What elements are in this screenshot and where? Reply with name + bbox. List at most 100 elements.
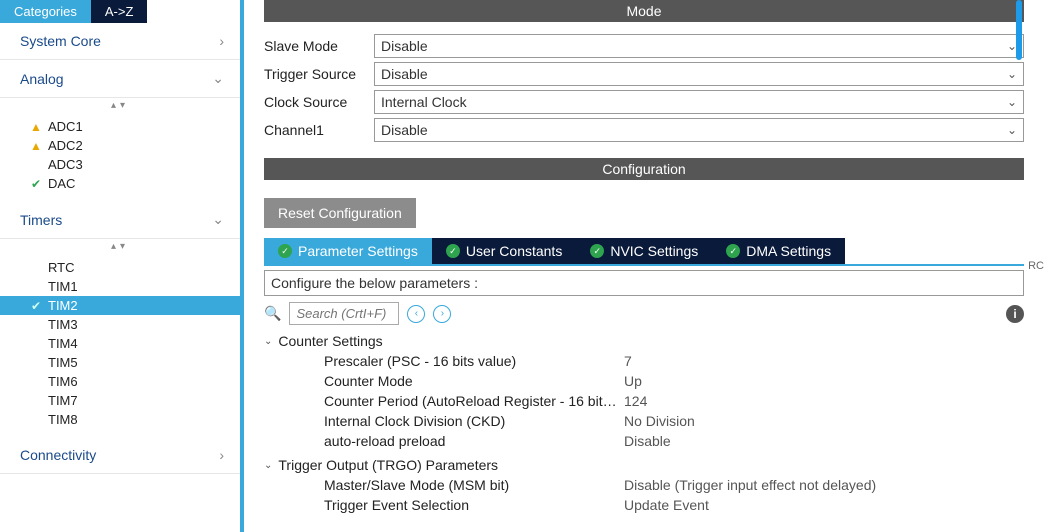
main-panel: Mode Slave Mode Disable⌄ Trigger Source … [244, 0, 1044, 532]
chevron-right-icon: › [219, 447, 224, 463]
category-header-timers[interactable]: Timers ⌄ [0, 201, 240, 239]
caret-down-icon: ⌄ [264, 336, 272, 347]
sidebar-item-label: TIM2 [48, 298, 78, 313]
prev-match-button[interactable]: ‹ [407, 305, 425, 323]
param-row[interactable]: Prescaler (PSC - 16 bits value)7 [264, 351, 1024, 371]
warning-icon: ▲ [28, 139, 44, 153]
category-timers: Timers ⌄ ▴▾ RTC TIM1 ✔ TIM2 TIM3 TIM4 TIM… [0, 201, 240, 437]
check-icon: ✔ [28, 177, 44, 191]
category-header-connectivity[interactable]: Connectivity › [0, 437, 240, 474]
group-header-counter[interactable]: ⌄Counter Settings [264, 331, 1024, 351]
config-tabs: ✓Parameter Settings ✓User Constants ✓NVI… [264, 238, 1024, 266]
chevron-down-icon: ⌄ [212, 70, 224, 87]
tab-dma-settings[interactable]: ✓DMA Settings [712, 238, 845, 264]
sidebar-tabs: Categories A->Z [0, 0, 240, 23]
category-system-core: System Core › [0, 23, 240, 60]
sidebar-item-label: TIM6 [48, 374, 78, 389]
chevron-down-icon: ⌄ [1007, 123, 1017, 137]
sidebar-item-rtc[interactable]: RTC [0, 258, 240, 277]
tab-parameter-settings[interactable]: ✓Parameter Settings [264, 238, 432, 264]
param-row[interactable]: Master/Slave Mode (MSM bit)Disable (Trig… [264, 475, 1024, 495]
scrollbar-thumb[interactable] [1016, 0, 1022, 60]
sort-handle-icon[interactable]: ▴▾ [0, 98, 240, 113]
sidebar-item-label: TIM8 [48, 412, 78, 427]
group-header-trgo[interactable]: ⌄Trigger Output (TRGO) Parameters [264, 455, 1024, 475]
sidebar-item-tim5[interactable]: TIM5 [0, 353, 240, 372]
configure-hint: Configure the below parameters : [264, 270, 1024, 296]
check-circle-icon: ✓ [278, 244, 292, 258]
sidebar-item-tim3[interactable]: TIM3 [0, 315, 240, 334]
sidebar-item-dac[interactable]: ✔ DAC [0, 174, 240, 193]
sidebar-item-label: ADC1 [48, 119, 83, 134]
check-circle-icon: ✓ [590, 244, 604, 258]
right-rail-label: RC [1028, 260, 1044, 272]
chevron-right-icon: › [219, 33, 224, 49]
caret-down-icon: ⌄ [264, 460, 272, 471]
clock-source-select[interactable]: Internal Clock⌄ [374, 90, 1024, 114]
sidebar-item-tim2[interactable]: ✔ TIM2 [0, 296, 240, 315]
category-header-analog[interactable]: Analog ⌄ [0, 60, 240, 98]
sidebar-item-label: ADC2 [48, 138, 83, 153]
mode-label-channel1: Channel1 [264, 122, 374, 138]
tab-a-z[interactable]: A->Z [91, 0, 148, 23]
mode-label-clock: Clock Source [264, 94, 374, 110]
category-label: System Core [20, 33, 101, 49]
check-icon: ✔ [28, 299, 44, 313]
next-match-button[interactable]: › [433, 305, 451, 323]
sidebar-item-tim6[interactable]: TIM6 [0, 372, 240, 391]
check-circle-icon: ✓ [446, 244, 460, 258]
sidebar-item-tim1[interactable]: TIM1 [0, 277, 240, 296]
channel1-select[interactable]: Disable⌄ [374, 118, 1024, 142]
mode-label-slave: Slave Mode [264, 38, 374, 54]
chevron-down-icon: ⌄ [1007, 67, 1017, 81]
sidebar-item-tim8[interactable]: TIM8 [0, 410, 240, 429]
mode-panel: Slave Mode Disable⌄ Trigger Source Disab… [264, 30, 1024, 146]
mode-panel-title: Mode [264, 0, 1024, 22]
search-icon: 🔍 [264, 305, 281, 322]
chevron-down-icon: ⌄ [1007, 95, 1017, 109]
chevron-down-icon: ⌄ [212, 211, 224, 228]
group-trgo-parameters: ⌄Trigger Output (TRGO) Parameters Master… [264, 455, 1024, 515]
sidebar-item-label: TIM3 [48, 317, 78, 332]
param-row[interactable]: Counter Period (AutoReload Register - 16… [264, 391, 1024, 411]
tab-nvic-settings[interactable]: ✓NVIC Settings [576, 238, 712, 264]
sidebar-item-label: RTC [48, 260, 74, 275]
category-header-system-core[interactable]: System Core › [0, 23, 240, 60]
mode-label-trigger: Trigger Source [264, 66, 374, 82]
category-analog: Analog ⌄ ▴▾ ▲ ADC1 ▲ ADC2 ADC3 ✔ DAC [0, 60, 240, 201]
category-label: Connectivity [20, 447, 96, 463]
slave-mode-select[interactable]: Disable⌄ [374, 34, 1024, 58]
category-label: Analog [20, 71, 64, 87]
sort-handle-icon[interactable]: ▴▾ [0, 239, 240, 254]
sidebar-item-label: DAC [48, 176, 75, 191]
sidebar-item-label: TIM5 [48, 355, 78, 370]
category-label: Timers [20, 212, 62, 228]
sidebar-body: System Core › Analog ⌄ ▴▾ ▲ ADC1 ▲ ADC2 AD… [0, 23, 240, 532]
param-row[interactable]: Counter ModeUp [264, 371, 1024, 391]
tab-categories[interactable]: Categories [0, 0, 91, 23]
search-row: 🔍 ‹ › i [264, 302, 1024, 325]
sidebar-item-label: TIM4 [48, 336, 78, 351]
param-row[interactable]: Trigger Event SelectionUpdate Event [264, 495, 1024, 515]
sidebar-item-adc2[interactable]: ▲ ADC2 [0, 136, 240, 155]
info-icon[interactable]: i [1006, 305, 1024, 323]
tab-user-constants[interactable]: ✓User Constants [432, 238, 576, 264]
check-circle-icon: ✓ [726, 244, 740, 258]
sidebar: Categories A->Z System Core › Analog ⌄ ▴… [0, 0, 244, 532]
trigger-source-select[interactable]: Disable⌄ [374, 62, 1024, 86]
sidebar-item-tim7[interactable]: TIM7 [0, 391, 240, 410]
configuration-panel-title: Configuration [264, 158, 1024, 180]
search-input[interactable] [289, 302, 399, 325]
sidebar-item-adc1[interactable]: ▲ ADC1 [0, 117, 240, 136]
category-connectivity: Connectivity › [0, 437, 240, 474]
param-row[interactable]: auto-reload preloadDisable [264, 431, 1024, 451]
reset-configuration-button[interactable]: Reset Configuration [264, 198, 416, 228]
sidebar-item-label: ADC3 [48, 157, 83, 172]
sidebar-item-adc3[interactable]: ADC3 [0, 155, 240, 174]
warning-icon: ▲ [28, 120, 44, 134]
sidebar-item-tim4[interactable]: TIM4 [0, 334, 240, 353]
param-row[interactable]: Internal Clock Division (CKD)No Division [264, 411, 1024, 431]
sidebar-item-label: TIM7 [48, 393, 78, 408]
sidebar-item-label: TIM1 [48, 279, 78, 294]
group-counter-settings: ⌄Counter Settings Prescaler (PSC - 16 bi… [264, 331, 1024, 451]
